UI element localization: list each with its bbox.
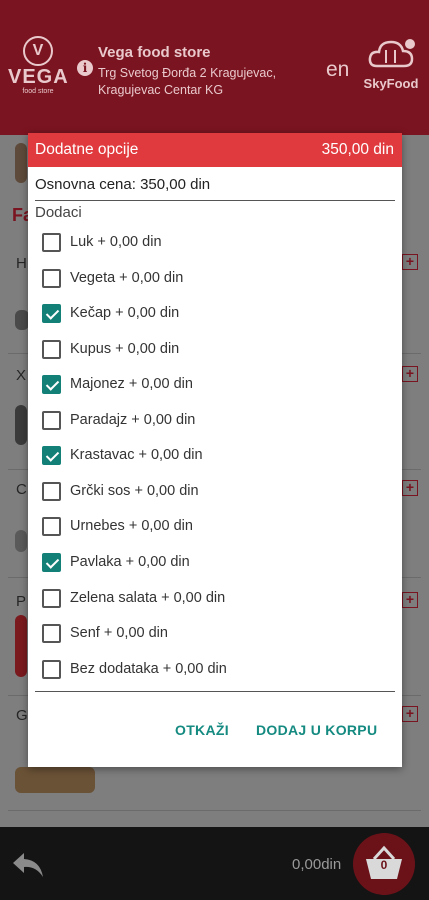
product-name: H [16, 255, 27, 272]
product-image [15, 530, 27, 552]
checkbox[interactable] [42, 516, 61, 536]
option-kupus[interactable]: Kupus + 0,00 din [42, 335, 179, 363]
dialog-title: Dodatne opcije [35, 141, 139, 158]
option-urnebes[interactable]: Urnebes + 0,00 din [42, 512, 193, 540]
divider [35, 691, 395, 692]
option-label: Kupus + 0,00 din [70, 341, 180, 357]
option-senf[interactable]: Senf + 0,00 din [42, 619, 168, 647]
checkbox[interactable] [42, 445, 61, 465]
base-price: Osnovna cena: 350,00 din [35, 176, 211, 193]
cart-total: 0,00din [292, 856, 342, 873]
checkbox[interactable] [42, 268, 61, 288]
cart-count: 0 [380, 858, 388, 872]
checkbox[interactable] [42, 481, 61, 501]
option-bez-dodataka[interactable]: Bez dodataka + 0,00 din [42, 655, 227, 683]
option-paradajz[interactable]: Paradajz + 0,00 din [42, 406, 195, 434]
vega-logo: V VEGA food store [8, 36, 68, 102]
option-label: Vegeta + 0,00 din [70, 270, 184, 286]
checkbox[interactable] [42, 410, 61, 430]
row-divider [8, 810, 421, 811]
product-name: C [16, 481, 27, 498]
product-image [15, 405, 27, 445]
option-label: Senf + 0,00 din [70, 625, 168, 641]
option-grcki-sos[interactable]: Grčki sos + 0,00 din [42, 477, 199, 505]
divider [35, 200, 395, 201]
store-header: V VEGA food store i Vega food store Trg … [0, 0, 429, 135]
info-icon[interactable]: i [77, 60, 93, 76]
option-label: Zelena salata + 0,00 din [70, 590, 226, 606]
add-to-cart-button[interactable]: DODAJ U KORPU [256, 722, 377, 738]
checkbox[interactable] [42, 339, 61, 359]
option-krastavac[interactable]: Krastavac + 0,00 din [42, 441, 203, 469]
add-plus-icon[interactable]: + [402, 254, 418, 270]
brand-name: SkyFood [363, 76, 419, 91]
product-image [15, 310, 29, 330]
checkbox[interactable] [42, 623, 61, 643]
store-name: Vega food store [98, 44, 211, 61]
language-toggle[interactable]: en [326, 58, 349, 82]
cancel-button[interactable]: OTKAŽI [175, 722, 229, 738]
add-plus-icon[interactable]: + [402, 706, 418, 722]
add-plus-icon[interactable]: + [402, 366, 418, 382]
checkbox[interactable] [42, 232, 61, 252]
checkbox[interactable] [42, 552, 61, 572]
option-label: Majonez + 0,00 din [70, 376, 193, 392]
vega-logo-icon: V [23, 36, 53, 66]
option-label: Bez dodataka + 0,00 din [70, 661, 227, 677]
checkbox[interactable] [42, 659, 61, 679]
product-image [15, 767, 95, 793]
checkbox[interactable] [42, 303, 61, 323]
product-name: P [16, 593, 27, 610]
address-line-2: Kragujevac Centar KG [98, 83, 224, 97]
option-label: Urnebes + 0,00 din [70, 518, 193, 534]
product-name: X [16, 367, 27, 384]
addons-label: Dodaci [35, 204, 82, 221]
address-line-1: Trg Svetog Đorđa 2 Kragujevac, [98, 66, 277, 80]
cart-button[interactable]: 0 [353, 833, 415, 895]
option-zelena-salata[interactable]: Zelena salata + 0,00 din [42, 584, 225, 612]
checkbox[interactable] [42, 588, 61, 608]
option-vegeta[interactable]: Vegeta + 0,00 din [42, 264, 183, 292]
product-image [15, 143, 27, 183]
product-name: G [16, 707, 28, 724]
logo-subtext: food store [22, 88, 54, 95]
dialog-price: 350,00 din [321, 141, 394, 158]
add-plus-icon[interactable]: + [402, 592, 418, 608]
option-label: Kečap + 0,00 din [70, 305, 180, 321]
dialog-header: Dodatne opcije 350,00 din [28, 133, 402, 167]
option-label: Grčki sos + 0,00 din [70, 483, 199, 499]
product-image [15, 615, 27, 677]
option-label: Paradajz + 0,00 din [70, 412, 196, 428]
option-kecap[interactable]: Kečap + 0,00 din [42, 299, 179, 327]
additional-options-dialog: Dodatne opcije 350,00 din Osnovna cena: … [28, 133, 402, 767]
skyfood-cloud-icon [368, 39, 415, 68]
option-luk[interactable]: Luk + 0,00 din [42, 228, 162, 256]
option-label: Luk + 0,00 din [70, 234, 162, 250]
store-address: Trg Svetog Đorđa 2 Kragujevac, Kragujeva… [98, 65, 298, 99]
option-label: Pavlaka + 0,00 din [70, 554, 190, 570]
option-label: Krastavac + 0,00 din [70, 447, 203, 463]
skyfood-logo: SkyFood [357, 36, 425, 91]
add-plus-icon[interactable]: + [402, 480, 418, 496]
checkbox[interactable] [42, 374, 61, 394]
option-pavlaka[interactable]: Pavlaka + 0,00 din [42, 548, 190, 576]
logo-text: VEGA [8, 66, 69, 88]
back-arrow-icon[interactable] [8, 845, 48, 885]
option-majonez[interactable]: Majonez + 0,00 din [42, 370, 193, 398]
